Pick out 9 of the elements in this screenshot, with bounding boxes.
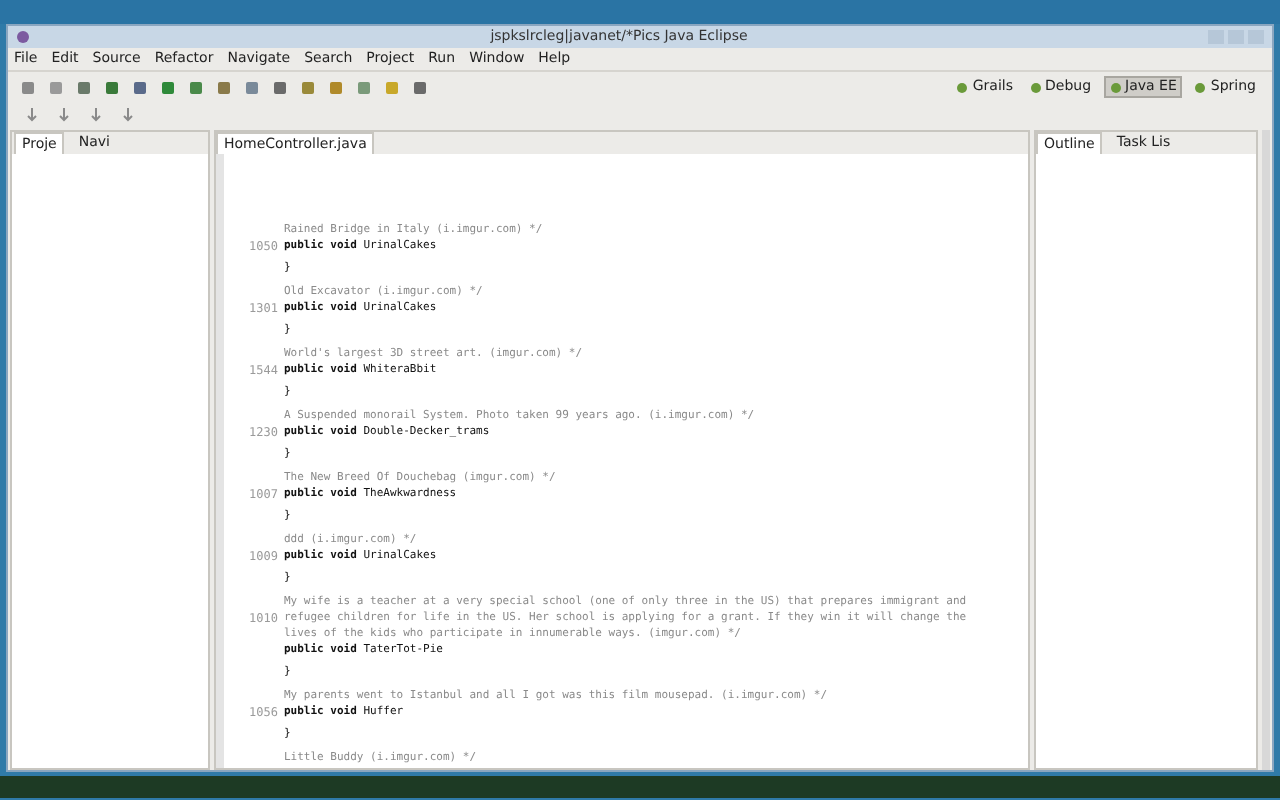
toolbar-icon[interactable] [88, 106, 104, 122]
toolbar-icon[interactable] [120, 106, 136, 122]
perspective-icon [1029, 81, 1042, 93]
perspective-icon [1109, 81, 1122, 93]
window-icon [16, 30, 30, 44]
perspective-icon [956, 81, 969, 93]
toolbar-icon[interactable] [24, 106, 40, 122]
perspective-icon [1194, 81, 1207, 93]
toolbar-icon[interactable] [56, 106, 72, 122]
